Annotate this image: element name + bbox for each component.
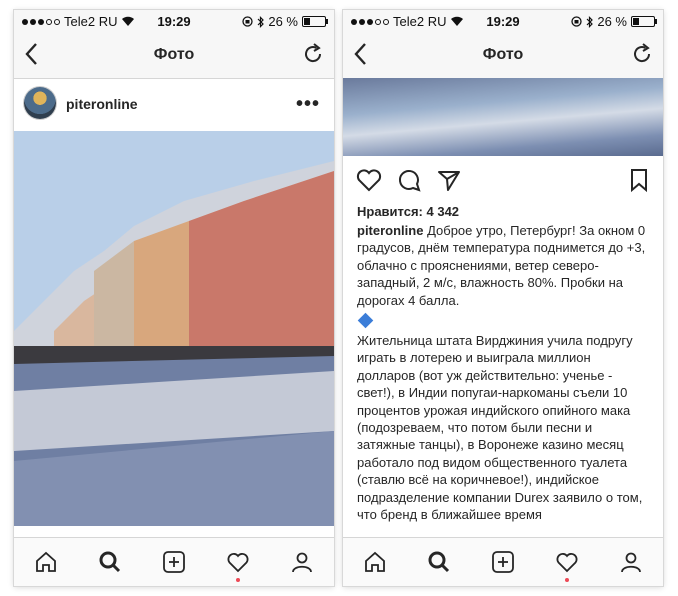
tab-bar bbox=[343, 537, 663, 586]
comment-icon[interactable] bbox=[395, 166, 423, 194]
battery-icon bbox=[631, 16, 657, 27]
search-icon bbox=[428, 551, 450, 573]
caption-paragraph: piteronline Доброе утро, Петербург! За о… bbox=[357, 222, 649, 309]
post-caption: piteronline Доброе утро, Петербург! За о… bbox=[357, 222, 649, 524]
photo-canal-scene bbox=[14, 131, 334, 526]
more-options-icon[interactable]: ••• bbox=[296, 93, 320, 116]
tab-profile[interactable] bbox=[288, 548, 316, 576]
tab-activity[interactable] bbox=[224, 548, 252, 576]
bluetooth-icon bbox=[257, 15, 265, 28]
bookmark-icon[interactable] bbox=[627, 166, 651, 194]
bluetooth-icon bbox=[586, 15, 594, 28]
status-bar: Tele2 RU 19:29 26 % bbox=[14, 10, 334, 32]
tab-home[interactable] bbox=[32, 548, 60, 576]
post-username[interactable]: piteronline bbox=[66, 96, 138, 112]
screen-right: Tele2 RU 19:29 26 % Фото Нравится: 4 342… bbox=[343, 10, 663, 586]
page-title: Фото bbox=[482, 46, 524, 63]
post-photo[interactable] bbox=[14, 131, 334, 526]
caption-username[interactable]: piteronline bbox=[357, 223, 423, 238]
battery-percent: 26 % bbox=[268, 14, 298, 29]
activity-icon bbox=[556, 553, 578, 573]
post-photo-bottom[interactable] bbox=[343, 78, 663, 156]
diamond-emoji-icon bbox=[357, 312, 374, 329]
activity-icon bbox=[227, 553, 249, 573]
caption-text-2: Жительница штата Вирджиния учила подругу… bbox=[357, 333, 643, 523]
page-title: Фото bbox=[153, 46, 195, 63]
battery-icon bbox=[302, 16, 328, 27]
status-bar: Tele2 RU 19:29 26 % bbox=[343, 10, 663, 32]
nav-bar: Фото bbox=[343, 32, 663, 79]
refresh-icon[interactable] bbox=[304, 43, 324, 65]
tab-search[interactable] bbox=[425, 548, 453, 576]
home-icon bbox=[36, 551, 56, 572]
add-icon bbox=[163, 551, 185, 573]
post-header: piteronline ••• bbox=[14, 79, 334, 131]
notification-dot bbox=[236, 578, 240, 582]
tab-add[interactable] bbox=[160, 548, 188, 576]
nav-bar: Фото bbox=[14, 32, 334, 79]
home-icon bbox=[365, 551, 385, 572]
battery-percent: 26 % bbox=[597, 14, 627, 29]
status-right: 26 % bbox=[571, 14, 657, 29]
add-icon bbox=[492, 551, 514, 573]
post-actions bbox=[343, 166, 663, 200]
likes-count[interactable]: Нравится: 4 342 bbox=[357, 204, 459, 219]
notification-dot bbox=[565, 578, 569, 582]
refresh-icon[interactable] bbox=[633, 43, 653, 65]
orientation-lock-icon bbox=[571, 16, 583, 27]
tab-activity[interactable] bbox=[553, 548, 581, 576]
status-right: 26 % bbox=[242, 14, 328, 29]
orientation-lock-icon bbox=[242, 16, 254, 27]
avatar[interactable] bbox=[24, 87, 56, 119]
heart-icon[interactable] bbox=[355, 166, 383, 194]
tab-profile[interactable] bbox=[617, 548, 645, 576]
send-icon[interactable] bbox=[435, 166, 463, 194]
tab-search[interactable] bbox=[96, 548, 124, 576]
profile-icon bbox=[621, 552, 641, 573]
search-icon bbox=[99, 551, 121, 573]
tab-bar bbox=[14, 537, 334, 586]
tab-home[interactable] bbox=[361, 548, 389, 576]
tab-add[interactable] bbox=[489, 548, 517, 576]
screen-left: Tele2 RU 19:29 26 % Фото piteronline ••• bbox=[14, 10, 334, 586]
profile-icon bbox=[292, 552, 312, 573]
